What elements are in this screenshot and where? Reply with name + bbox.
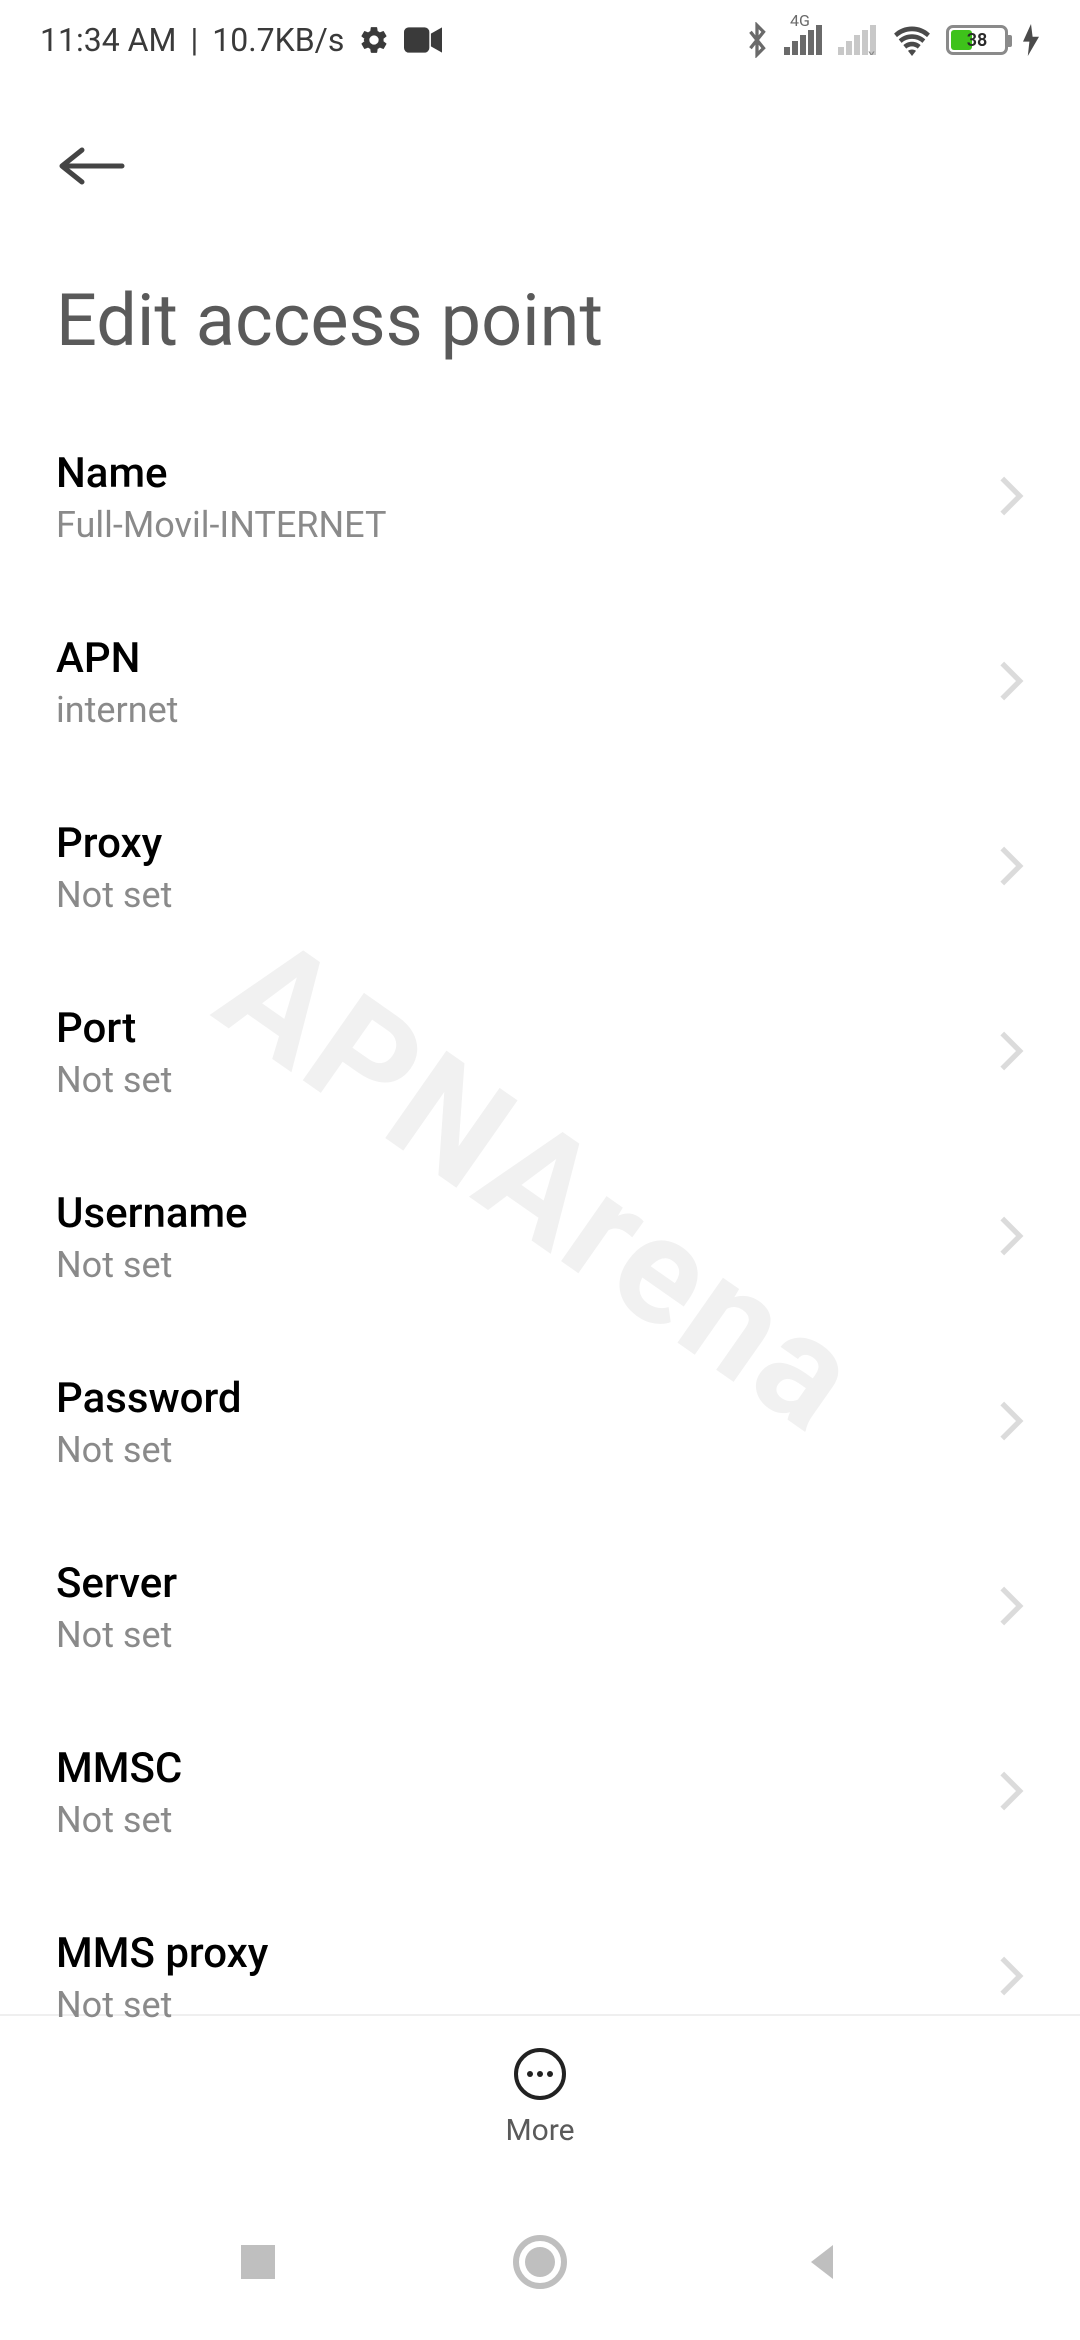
- row-value: Not set: [56, 1244, 248, 1286]
- nav-home-button[interactable]: [512, 2234, 568, 2290]
- chevron-right-icon: [998, 1770, 1024, 1816]
- signal-1-icon: 4G: [784, 25, 824, 55]
- row-proxy[interactable]: Proxy Not set: [56, 775, 1024, 960]
- row-value: Full-Movil-INTERNET: [56, 504, 386, 546]
- row-mmsc[interactable]: MMSC Not set: [56, 1700, 1024, 1885]
- row-apn[interactable]: APN internet: [56, 590, 1024, 775]
- row-value: internet: [56, 689, 178, 731]
- status-bar: 11:34 AM | 10.7KB/s 4G x: [0, 0, 1080, 80]
- row-label: Password: [56, 1374, 242, 1423]
- row-label: APN: [56, 634, 178, 683]
- row-value: Not set: [56, 1614, 177, 1656]
- battery-icon: 38: [946, 25, 1008, 55]
- row-port[interactable]: Port Not set: [56, 960, 1024, 1145]
- row-label: MMS proxy: [56, 1929, 268, 1978]
- charging-icon: [1022, 24, 1040, 56]
- nav-recent-button[interactable]: [237, 2241, 279, 2283]
- wifi-icon: [892, 24, 932, 56]
- chevron-right-icon: [998, 475, 1024, 521]
- signal-2-icon: x: [838, 25, 878, 55]
- chevron-right-icon: [998, 1400, 1024, 1446]
- row-label: Server: [56, 1559, 177, 1608]
- status-separator: |: [190, 21, 198, 59]
- row-label: MMSC: [56, 1744, 182, 1793]
- row-value: Not set: [56, 874, 172, 916]
- chevron-right-icon: [998, 1030, 1024, 1076]
- row-label: Name: [56, 449, 386, 498]
- row-value: Not set: [56, 1429, 242, 1471]
- more-label: More: [505, 2113, 574, 2148]
- video-icon: [404, 26, 442, 54]
- system-nav-bar: [0, 2184, 1080, 2340]
- chevron-right-icon: [998, 1955, 1024, 2001]
- chevron-right-icon: [998, 845, 1024, 891]
- row-name[interactable]: Name Full-Movil-INTERNET: [56, 405, 1024, 590]
- row-username[interactable]: Username Not set: [56, 1145, 1024, 1330]
- row-label: Username: [56, 1189, 248, 1238]
- status-time: 11:34 AM: [40, 21, 176, 59]
- chevron-right-icon: [998, 660, 1024, 706]
- back-button[interactable]: [56, 126, 136, 206]
- nav-back-button[interactable]: [801, 2241, 843, 2283]
- row-mms-proxy[interactable]: MMS proxy Not set: [56, 1885, 1024, 2070]
- row-value: Not set: [56, 1799, 182, 1841]
- row-value: Not set: [56, 1984, 268, 2026]
- chevron-right-icon: [998, 1585, 1024, 1631]
- svg-text:x: x: [868, 47, 875, 55]
- app-bar: [0, 80, 1080, 206]
- page-title: Edit access point: [0, 206, 1080, 405]
- row-value: Not set: [56, 1059, 172, 1101]
- settings-list: Name Full-Movil-INTERNET APN internet Pr…: [0, 405, 1080, 2070]
- bluetooth-icon: [744, 22, 770, 58]
- row-server[interactable]: Server Not set: [56, 1515, 1024, 1700]
- status-network-speed: 10.7KB/s: [212, 21, 344, 59]
- chevron-right-icon: [998, 1215, 1024, 1261]
- row-label: Port: [56, 1004, 172, 1053]
- row-label: Proxy: [56, 819, 172, 868]
- gear-icon: [358, 24, 390, 56]
- row-password[interactable]: Password Not set: [56, 1330, 1024, 1515]
